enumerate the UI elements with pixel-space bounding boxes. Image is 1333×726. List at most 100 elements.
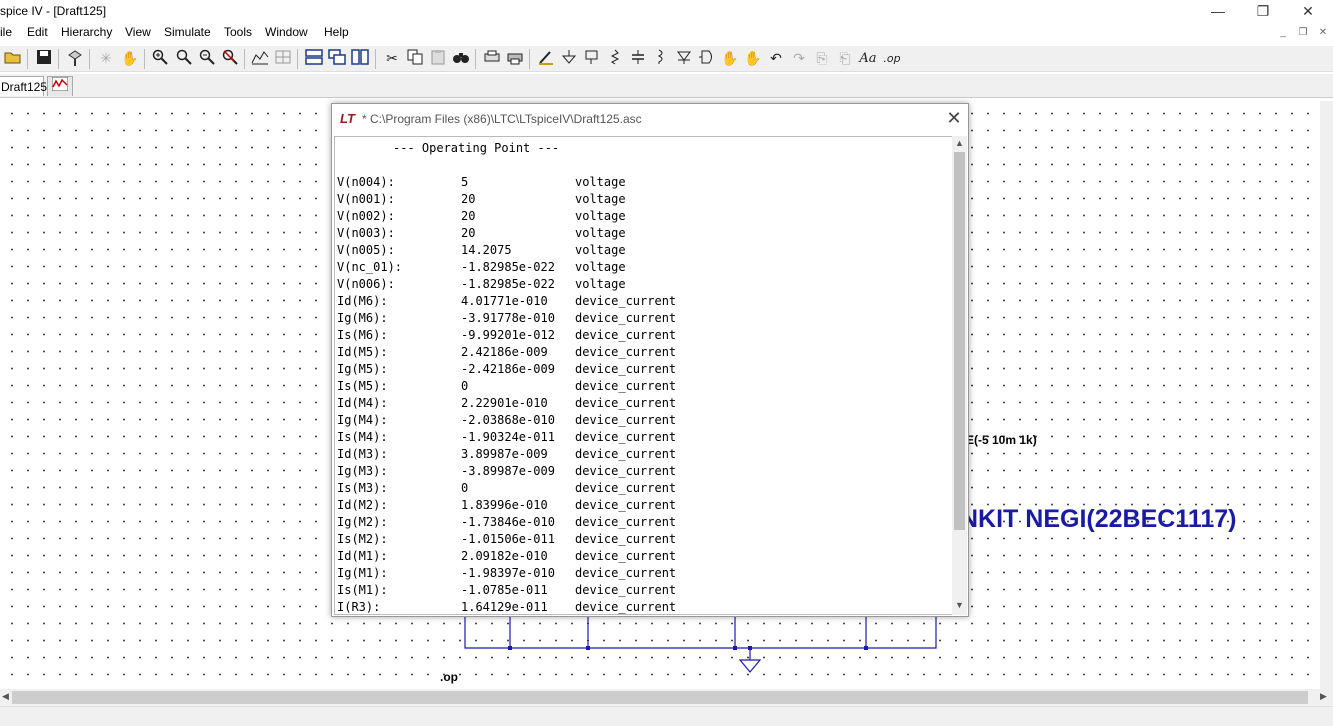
drag-icon[interactable]: ✋ <box>743 49 763 69</box>
author-name-label[interactable]: NKIT NEGI(22BEC1117) <box>960 505 1237 534</box>
label-net-icon[interactable] <box>582 49 602 69</box>
op-node-name: Id(M2): <box>337 498 388 512</box>
move-icon[interactable]: ✋ <box>720 49 740 69</box>
op-row: Is(M3): 0 device_current <box>337 481 937 498</box>
menu-hierarchy[interactable]: Hierarchy <box>61 25 112 39</box>
scroll-up-icon[interactable]: ▲ <box>952 138 967 148</box>
mdi-minimize-button[interactable]: _ <box>1276 27 1290 39</box>
inductor-icon[interactable] <box>651 49 671 69</box>
horizontal-scrollbar[interactable]: ◀ ▶ <box>0 689 1333 706</box>
op-directive[interactable]: .op <box>440 670 458 684</box>
menu-help[interactable]: Help <box>324 25 349 39</box>
status-bar <box>0 706 1333 726</box>
tile-horizontal-icon[interactable] <box>304 49 324 69</box>
rotate-icon[interactable]: ⎘ <box>812 49 832 69</box>
open-folder-icon[interactable] <box>3 49 23 69</box>
copy-icon[interactable] <box>405 49 425 69</box>
op-type: device_current <box>575 447 677 461</box>
dialog-close-button[interactable]: ✕ <box>944 108 964 128</box>
voltage-source-label[interactable]: E(-5 10m 1k) <box>966 433 1037 447</box>
minimize-button[interactable]: — <box>1195 0 1241 22</box>
text-icon[interactable]: Aa <box>858 49 878 69</box>
op-type: device_current <box>575 413 677 427</box>
vertical-scrollbar[interactable] <box>1320 101 1333 689</box>
dialog-scrollbar-thumb[interactable] <box>954 152 965 530</box>
op-value: 0 <box>461 379 469 393</box>
op-row: Is(M6): -9.99201e-012 device_current <box>337 328 937 345</box>
op-node-name: I(R3): <box>337 600 381 614</box>
undo-icon[interactable]: ↶ <box>766 49 786 69</box>
print-preview-icon[interactable] <box>482 49 502 69</box>
zoom-cancel-icon[interactable] <box>220 49 240 69</box>
mdi-close-button[interactable]: ✕ <box>1316 27 1330 39</box>
ground-symbol-icon[interactable] <box>739 658 761 674</box>
toolbar-separator <box>144 49 145 69</box>
grid-icon[interactable] <box>273 49 293 69</box>
cut-icon[interactable]: ✂ <box>382 49 402 69</box>
mirror-icon[interactable]: ⎗ <box>835 49 855 69</box>
op-node-name: Id(M1): <box>337 549 388 563</box>
op-row: Ig(M6): -3.91778e-010 device_current <box>337 311 937 328</box>
capacitor-icon[interactable] <box>628 49 648 69</box>
toolbar-separator <box>375 49 376 69</box>
op-node-name: V(n002): <box>337 209 395 223</box>
op-row: Is(M1): -1.0785e-011 device_current <box>337 583 937 600</box>
op-value: 20 <box>461 192 476 206</box>
menu-edit[interactable]: Edit <box>27 25 48 39</box>
op-node-name: Ig(M4): <box>337 413 388 427</box>
scroll-right-icon[interactable]: ▶ <box>1320 691 1327 702</box>
toolbar-separator <box>27 49 28 69</box>
op-type: device_current <box>575 328 677 342</box>
paste-icon[interactable] <box>428 49 448 69</box>
zoom-in-icon[interactable] <box>150 49 170 69</box>
op-type: device_current <box>575 566 677 580</box>
tab-waveform[interactable] <box>47 76 73 96</box>
op-type: voltage <box>575 277 626 291</box>
cascade-icon[interactable] <box>327 49 347 69</box>
op-row: Ig(M4): -2.03868e-010 device_current <box>337 413 937 430</box>
op-node-name: Id(M5): <box>337 345 388 359</box>
toolbar-separator <box>244 49 245 69</box>
zoom-fit-icon[interactable] <box>197 49 217 69</box>
run-icon[interactable]: ✳ <box>96 49 116 69</box>
redo-icon[interactable]: ↷ <box>789 49 809 69</box>
component-icon[interactable] <box>697 49 717 69</box>
zoom-out-icon[interactable] <box>174 49 194 69</box>
menu-view[interactable]: View <box>125 25 151 39</box>
op-row: V(n001): 20 voltage <box>337 192 937 209</box>
op-node-name: V(n001): <box>337 192 395 206</box>
scroll-down-icon[interactable]: ▼ <box>952 600 967 610</box>
op-type: device_current <box>575 345 677 359</box>
operating-point-text[interactable]: --- Operating Point --- V(n004): 5 voltage… <box>334 136 954 615</box>
op-value: -1.01506e-011 <box>461 532 555 546</box>
menu-file[interactable]: ile <box>0 25 12 39</box>
autorange-icon[interactable] <box>250 49 270 69</box>
tab-schematic[interactable]: Draft125 <box>0 76 47 96</box>
print-icon[interactable] <box>505 49 525 69</box>
spice-directive-icon[interactable]: .op <box>882 49 902 69</box>
menu-window[interactable]: Window <box>265 25 308 39</box>
dialog-vertical-scrollbar[interactable]: ▲ ▼ <box>952 136 967 615</box>
diode-icon[interactable] <box>674 49 694 69</box>
scrollbar-thumb[interactable] <box>12 691 1308 704</box>
close-button[interactable]: ✕ <box>1285 0 1331 22</box>
menu-tools[interactable]: Tools <box>224 25 252 39</box>
op-row: I(R3): 1.64129e-011 device_current <box>337 600 937 614</box>
mdi-restore-button[interactable]: ❐ <box>1296 27 1310 39</box>
scroll-left-icon[interactable]: ◀ <box>2 691 9 702</box>
menu-simulate[interactable]: Simulate <box>164 25 211 39</box>
tile-vertical-icon[interactable] <box>350 49 370 69</box>
op-node-name: Is(M1): <box>337 583 388 597</box>
restore-button[interactable]: ❐ <box>1240 0 1286 22</box>
op-node-name: V(nc_01): <box>337 260 403 274</box>
control-panel-icon[interactable] <box>65 49 85 69</box>
op-row: Id(M4): 2.22901e-010 device_current <box>337 396 937 413</box>
ground-icon[interactable] <box>559 49 579 69</box>
pan-hand-icon[interactable]: ✋ <box>120 49 140 69</box>
save-icon[interactable] <box>34 49 54 69</box>
op-node-name: Id(M3): <box>337 447 388 461</box>
op-value: 4.01771e-010 <box>461 294 548 308</box>
find-icon[interactable] <box>451 49 471 69</box>
resistor-icon[interactable] <box>605 49 625 69</box>
wire-icon[interactable] <box>536 49 556 69</box>
